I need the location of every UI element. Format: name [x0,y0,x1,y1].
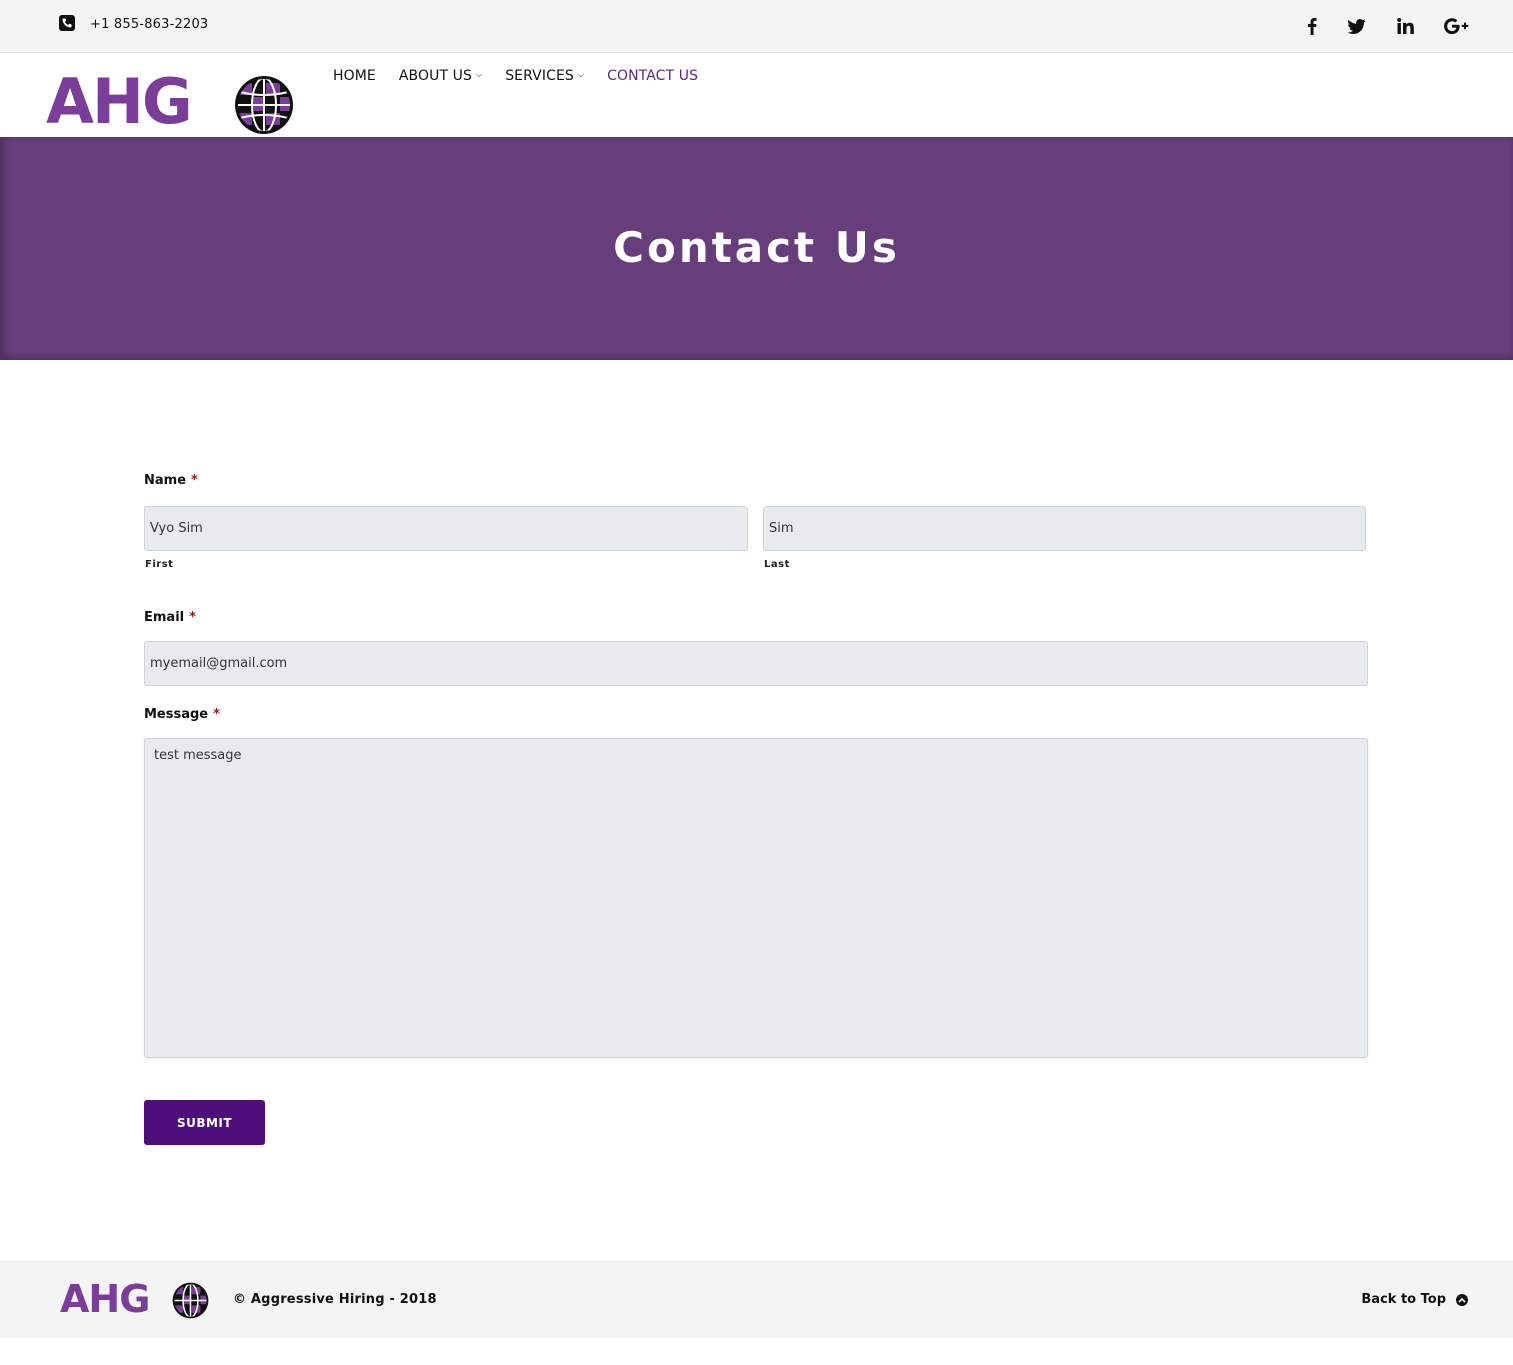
back-to-top-label: Back to Top [1361,1292,1446,1307]
email-label: Email * [144,610,196,625]
page-title: Contact Us [613,223,900,272]
required-mark: * [189,610,196,625]
chevron-down-icon: ⌵ [476,70,483,79]
copyright-text: © Aggressive Hiring - 2018 [233,1292,437,1307]
logo-text: AHG [46,65,193,138]
footer-logo[interactable]: AHG [60,1277,210,1321]
nav-contact-us-label: CONTACT US [607,68,699,84]
site-footer: AHG © Aggressive Hiring - 2018 Back to T… [0,1261,1513,1338]
phone-number[interactable]: +1 855-863-2203 [90,17,208,32]
message-label: Message * [144,707,220,722]
page-banner: Contact Us [0,137,1513,360]
nav-contact-us[interactable]: CONTACT US [607,68,698,84]
facebook-icon[interactable] [1304,14,1320,38]
message-label-text: Message [144,707,209,722]
name-label-text: Name [144,473,187,488]
footer-logo-text: AHG [60,1277,150,1321]
message-textarea[interactable]: test message [144,738,1368,1058]
linkedin-icon[interactable] [1395,14,1415,38]
google-plus-icon[interactable] [1443,14,1469,38]
chevron-up-circle-icon [1456,1293,1468,1306]
first-name-sublabel: First [145,559,174,570]
required-mark: * [191,473,198,488]
globe-icon [172,1282,209,1319]
name-label: Name * [144,473,198,488]
last-name-input[interactable]: Sim [763,506,1366,551]
required-mark: * [213,707,220,722]
nav-about-us-label: ABOUT US [398,68,473,84]
email-label-text: Email [144,610,185,625]
nav-services[interactable]: SERVICES ⌵ [505,68,584,84]
submit-button[interactable]: SUBMIT [144,1100,265,1145]
email-input[interactable]: myemail@gmail.com [144,641,1368,686]
back-to-top-link[interactable]: Back to Top [1361,1292,1468,1307]
site-logo[interactable]: AHG [46,65,296,138]
nav-home-label: HOME [333,68,376,84]
globe-icon [235,76,293,134]
nav-home[interactable]: HOME [333,68,376,84]
twitter-icon[interactable] [1347,14,1367,38]
phone-icon [59,15,75,31]
site-header: AHG HOME ABOUT US ⌵ SERVICES ⌵ CONTACT U… [0,53,1513,137]
nav-about-us[interactable]: ABOUT US ⌵ [399,68,482,84]
main-nav: HOME ABOUT US ⌵ SERVICES ⌵ CONTACT US [333,68,721,84]
first-name-input[interactable]: Vyo Sim [144,506,748,551]
top-bar: +1 855-863-2203 [0,0,1513,53]
chevron-down-icon: ⌵ [577,70,585,79]
nav-services-label: SERVICES [505,68,574,84]
last-name-sublabel: Last [764,559,790,570]
